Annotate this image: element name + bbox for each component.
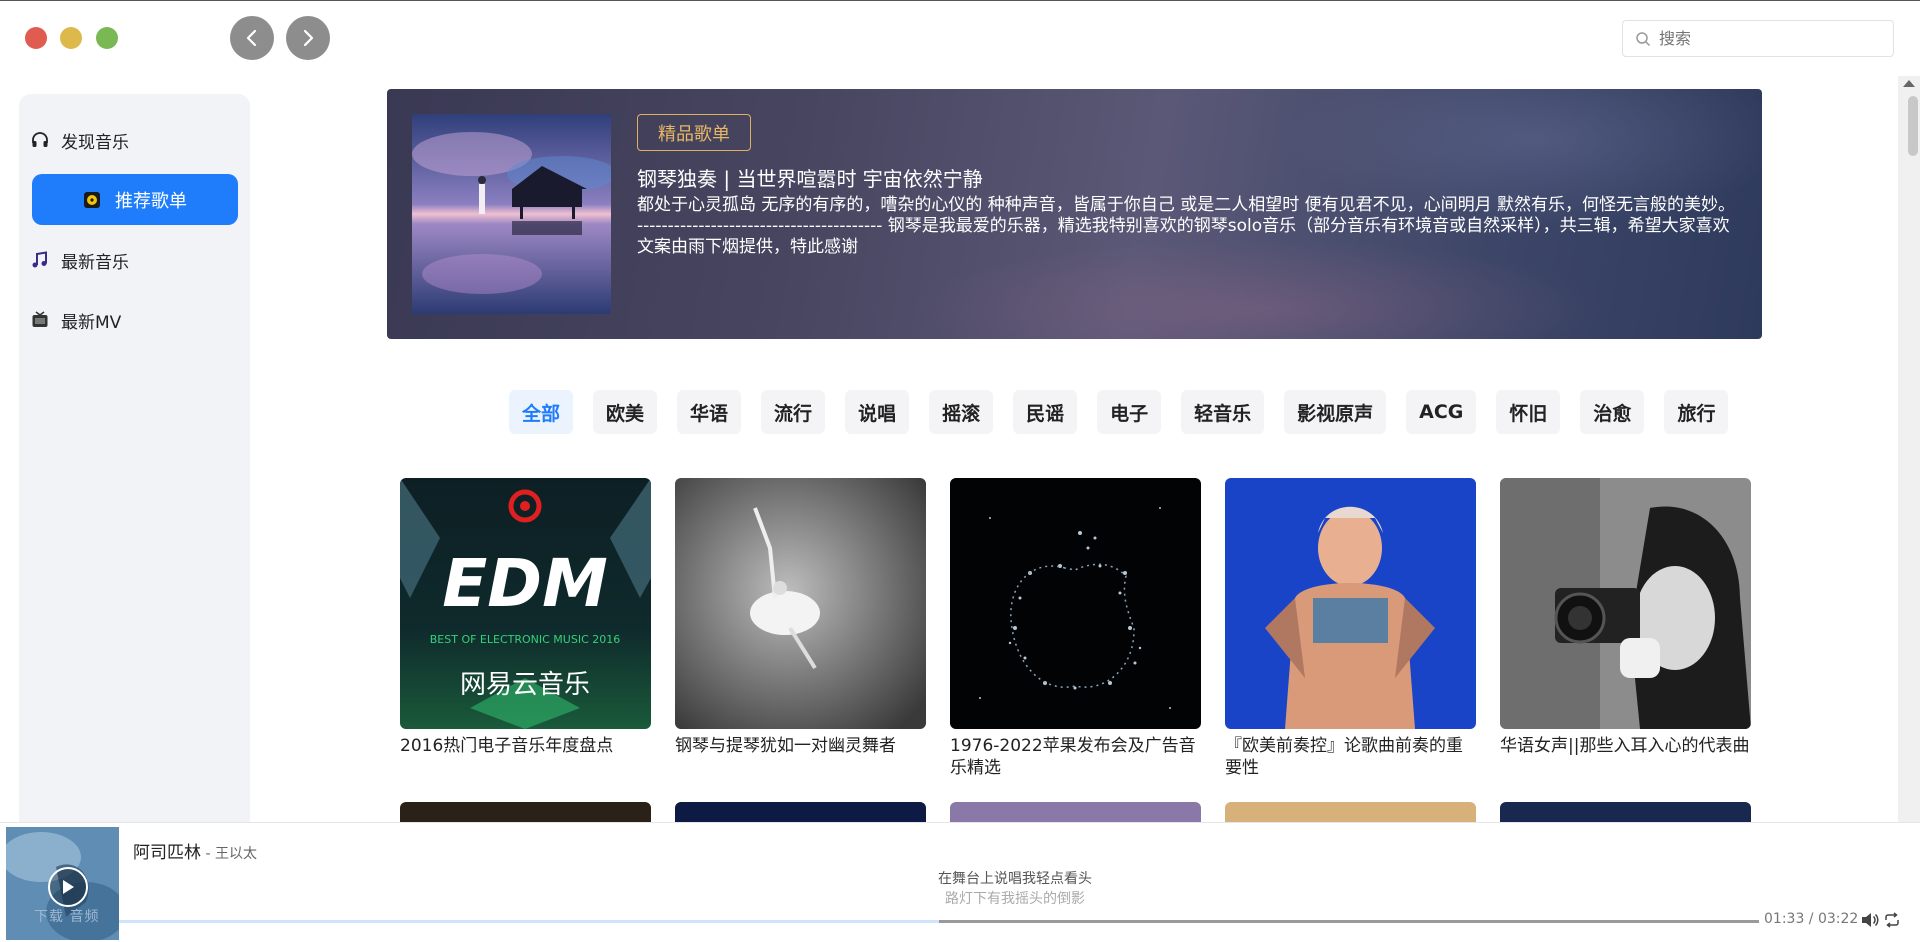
minimize-window-button[interactable] [60,27,82,49]
playback-time: 01:33 / 03:22 [1764,911,1859,927]
tab-light-music[interactable]: 轻音乐 [1181,390,1265,434]
playlist-cover[interactable] [1225,478,1476,729]
sidebar-item-label: 推荐歌单 [115,190,187,212]
loop-icon[interactable] [1884,912,1900,932]
current-lyric: 在舞台上说唱我轻点看头 [938,871,1092,887]
maximize-window-button[interactable] [96,27,118,49]
tab-travel[interactable]: 旅行 [1664,390,1729,434]
sidebar-item-label: 最新MV [61,312,122,333]
chevron-right-icon [303,29,314,47]
edm-cover-brand: 网易云音乐 [460,670,590,700]
forward-button[interactable] [286,16,330,60]
next-lyric: 路灯下有我摇头的倒影 [945,891,1085,907]
sidebar-item-recommended-playlists[interactable]: 推荐歌单 [32,174,238,225]
playlist-cover[interactable] [950,802,1201,824]
playlist-cover[interactable] [950,478,1201,729]
playlist-card[interactable]: 华语女声||那些入耳入心的代表曲 [1500,478,1751,757]
featured-playlist-banner[interactable]: 精品歌单 钢琴独奏 | 当世界喧嚣时 宇宙依然宁静 都处于心灵孤岛 无序的有序的… [387,89,1762,339]
tab-acg[interactable]: ACG [1406,390,1477,434]
sidebar: 发现音乐 推荐歌单 最新音乐 最新MV [19,94,250,854]
tv-icon [31,311,49,329]
chevron-left-icon [246,29,257,47]
search-input[interactable] [1659,29,1879,48]
player-bar: 下载 音频 阿司匹林 - 王以太 在舞台上说唱我轻点看头 路灯下有我摇头的倒影 … [0,822,1920,942]
headphones-icon [31,131,49,149]
download-audio-label[interactable]: 下载 音频 [34,906,99,926]
close-window-button[interactable] [25,27,47,49]
tab-rock[interactable]: 摇滚 [929,390,994,434]
sidebar-item-label: 发现音乐 [61,132,129,153]
window-top-border [0,0,1920,1]
back-button[interactable] [230,16,274,60]
tab-rap[interactable]: 说唱 [845,390,910,434]
volume-icon[interactable] [1861,912,1879,932]
sidebar-item-label: 最新音乐 [61,252,129,273]
playlist-cover[interactable] [1500,478,1751,729]
song-artist: - 王以太 [201,846,257,862]
music-note-icon [31,251,49,269]
tab-western[interactable]: 欧美 [593,390,658,434]
category-tabs: 全部 欧美 华语 流行 说唱 摇滚 民谣 电子 轻音乐 影视原声 ACG 怀旧 … [509,390,1748,434]
tab-soundtrack[interactable]: 影视原声 [1284,390,1387,434]
search-box[interactable] [1622,20,1894,57]
featured-playlist-cover[interactable] [412,114,611,314]
playlist-cover[interactable] [675,478,926,729]
tab-pop[interactable]: 流行 [761,390,826,434]
tab-nostalgia[interactable]: 怀旧 [1496,390,1561,434]
tab-all[interactable]: 全部 [509,390,574,434]
playlist-card[interactable]: EDM BEST OF ELECTRONIC MUSIC 2016 网易云音乐 … [400,478,651,757]
now-playing-title: 阿司匹林 - 王以太 [133,838,257,863]
tab-healing[interactable]: 治愈 [1580,390,1645,434]
scroll-up-arrow[interactable] [1903,80,1915,87]
edm-cover-title: EDM [442,545,608,622]
playlist-name[interactable]: 『欧美前奏控』论歌曲前奏的重要性 [1225,735,1476,779]
playlist-name[interactable]: 1976-2022苹果发布会及广告音乐精选 [950,735,1201,779]
playlist-card[interactable]: 1976-2022苹果发布会及广告音乐精选 [950,478,1201,779]
banner-title: 钢琴独奏 | 当世界喧嚣时 宇宙依然宁静 [637,167,983,191]
search-icon [1636,31,1651,46]
playlist-card[interactable]: 『欧美前奏控』论歌曲前奏的重要性 [1225,478,1476,779]
progress-bar[interactable] [119,920,1759,923]
playlist-cover[interactable] [675,802,926,824]
tab-electronic[interactable]: 电子 [1097,390,1162,434]
tab-chinese[interactable]: 华语 [677,390,742,434]
playlist-name[interactable]: 2016热门电子音乐年度盘点 [400,735,651,757]
scrollbar-thumb[interactable] [1908,96,1918,156]
song-name: 阿司匹林 [133,843,201,863]
playlist-cover[interactable] [1500,802,1751,824]
playlist-cover[interactable] [400,802,651,824]
playlist-cover[interactable]: EDM BEST OF ELECTRONIC MUSIC 2016 网易云音乐 [400,478,651,729]
playlist-name[interactable]: 钢琴与提琴犹如一对幽灵舞者 [675,735,926,757]
edm-cover-subtitle: BEST OF ELECTRONIC MUSIC 2016 [430,633,621,646]
tab-folk[interactable]: 民谣 [1013,390,1078,434]
playlist-card[interactable]: 钢琴与提琴犹如一对幽灵舞者 [675,478,926,757]
main-scrollbar[interactable] [1898,76,1920,866]
sidebar-item-new-music[interactable]: 最新音乐 [31,236,129,284]
playlist-cover[interactable] [1225,802,1476,824]
sidebar-item-discover[interactable]: 发现音乐 [31,116,129,164]
playlist-name[interactable]: 华语女声||那些入耳入心的代表曲 [1500,735,1751,757]
progress-fill [119,920,939,923]
playlist-icon [83,191,101,209]
banner-description: 都处于心灵孤岛 无序的有序的，嘈杂的心仪的 种种声音，皆属于你自己 或是二人相望… [637,195,1736,257]
premium-playlist-tag[interactable]: 精品歌单 [637,114,751,151]
sidebar-item-new-mv[interactable]: 最新MV [31,296,121,344]
